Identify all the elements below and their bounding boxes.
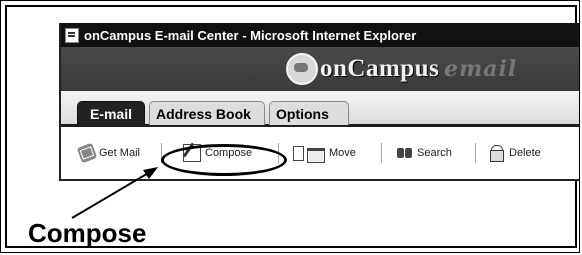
annotation-label: Compose [28, 218, 147, 248]
callout-arrow [71, 167, 158, 219]
